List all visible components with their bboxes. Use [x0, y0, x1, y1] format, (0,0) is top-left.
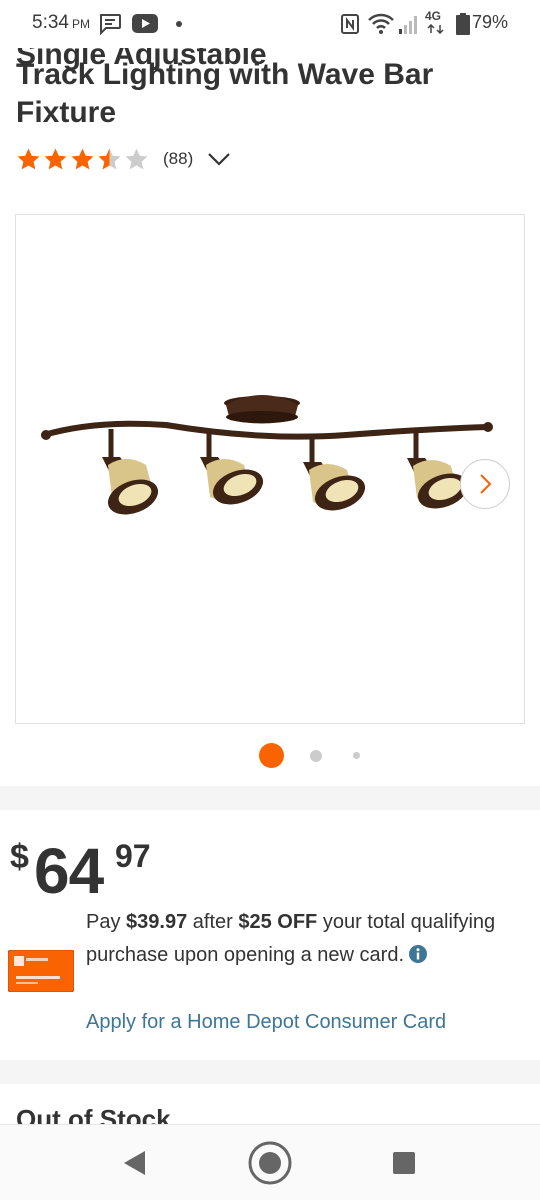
- next-image-button[interactable]: [460, 459, 510, 509]
- star-half-icon: [98, 148, 121, 169]
- star-full-icon: [17, 148, 40, 169]
- nfc-icon: [341, 14, 359, 34]
- product-title: Track Lighting with Wave Bar Fixture: [16, 58, 434, 129]
- product-image-panel[interactable]: [15, 214, 525, 724]
- carousel-dot-active[interactable]: [259, 743, 284, 768]
- status-bar: 5:34 PM 4G 79%: [0, 0, 540, 48]
- recents-icon: [393, 1152, 415, 1174]
- battery-percentage: 79%: [471, 12, 508, 32]
- youtube-icon: [132, 14, 158, 33]
- chevron-down-icon[interactable]: [207, 151, 231, 167]
- light-head-1: [102, 429, 159, 515]
- system-nav-bar: [0, 1124, 540, 1200]
- star-rating: [16, 147, 151, 172]
- battery-icon: [456, 13, 470, 35]
- home-icon: [248, 1141, 292, 1185]
- price-dollar-sign: $: [10, 838, 29, 876]
- network-type: 4G: [425, 9, 442, 23]
- star-full-icon: [44, 148, 67, 169]
- track-light-fixture-image: [41, 395, 493, 515]
- price-dollars: 64: [34, 835, 104, 907]
- home-depot-card-image: [8, 950, 74, 992]
- chevron-right-icon: [480, 474, 492, 494]
- apply-card-link[interactable]: Apply for a Home Depot Consumer Card: [86, 1006, 446, 1039]
- status-time: 5:34 PM: [32, 12, 90, 33]
- carousel-dot[interactable]: [310, 750, 322, 762]
- back-button[interactable]: [94, 1125, 174, 1200]
- rating-row[interactable]: (88): [16, 145, 231, 173]
- light-head-3: [303, 437, 366, 511]
- section-divider: [0, 786, 540, 810]
- data-arrows-icon: [427, 24, 444, 34]
- dot-indicator-icon: [176, 21, 182, 27]
- back-icon: [124, 1151, 145, 1175]
- star-empty-icon: [125, 148, 148, 169]
- message-icon: [99, 14, 121, 35]
- promo-text: Pay $39.97 after $25 OFF your total qual…: [86, 911, 496, 966]
- section-divider: [0, 1060, 540, 1084]
- signal-icon: [399, 16, 417, 34]
- review-count[interactable]: (88): [163, 149, 193, 169]
- home-button[interactable]: [230, 1125, 310, 1200]
- light-head-2: [200, 433, 264, 505]
- info-icon[interactable]: [408, 944, 428, 964]
- wifi-icon: [368, 13, 394, 34]
- price-cents: 97: [115, 838, 151, 874]
- recents-button[interactable]: [364, 1125, 444, 1200]
- carousel-dot[interactable]: [353, 752, 360, 759]
- star-full-icon: [71, 148, 94, 169]
- carousel-dots[interactable]: [0, 742, 540, 768]
